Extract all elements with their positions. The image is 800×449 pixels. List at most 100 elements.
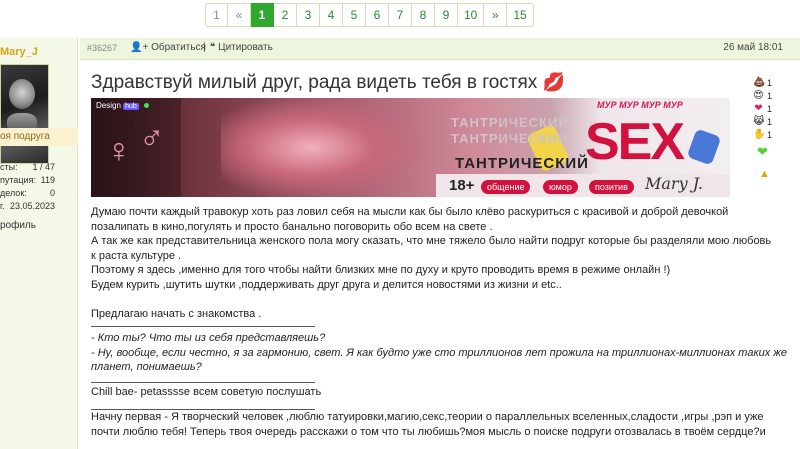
heart-emoji-icon: ❤ (754, 103, 763, 114)
page-6-button[interactable]: 6 (366, 3, 389, 27)
page-2-button[interactable]: 2 (274, 3, 297, 27)
banner-hub-label: hub (123, 103, 139, 110)
post-header: #36267 👤+ Обратиться | ❝ Цитировать 26 м… (80, 38, 800, 60)
post-text-line: А так же как представительница женского … (91, 235, 772, 247)
divider (91, 382, 315, 383)
banner-couple-image (221, 98, 421, 197)
like-heart-icon[interactable]: ❤ (757, 144, 768, 160)
stat-registered: г. 23.05.2023 (0, 201, 55, 211)
reaction-count: 1 (767, 90, 773, 101)
post-text-line: позалипать в кино,погулять и просто бана… (91, 220, 493, 233)
banner-design-tag: Design hub (96, 101, 150, 110)
stat-posts: сты: 1 / 47 (0, 162, 55, 172)
stat-label: путация: (0, 175, 36, 185)
post-text-line: планет, понимаешь? (91, 361, 202, 373)
page-last-button[interactable]: 15 (507, 3, 534, 27)
reaction-item[interactable]: 😍 1 (753, 89, 781, 102)
post-text-line: Думаю почти каждый травокур хоть раз лов… (91, 206, 729, 218)
heart-eyes-emoji-icon: 😍 (753, 90, 764, 101)
page-first-button[interactable]: 1 (205, 3, 228, 27)
reaction-item[interactable]: 💩 1 (753, 76, 781, 89)
pagination: 1 « 1 2 3 4 5 6 7 8 9 10 » 15 (205, 3, 534, 27)
author-username[interactable]: Mary_J (0, 46, 38, 58)
banner-dark-area (91, 98, 181, 197)
post-id[interactable]: #36267 (87, 43, 117, 53)
stat-deals: делок: 0 (0, 188, 55, 198)
post-text-line: Будем курить ,шутить шутки ,поддерживать… (91, 278, 562, 291)
quote-icon: ❝ (210, 42, 216, 53)
post-text-line: Начну первая - Я творческий человек ,люб… (91, 411, 764, 423)
author-sidebar: Mary_J оя подруга сты: 1 / 47 путация: 1… (0, 38, 78, 449)
banner-tag-pill: общение (481, 180, 531, 194)
post-text-line: - Ну, вообще, если честно, я за гармонию… (91, 346, 787, 359)
quote-button[interactable]: ❝ Цитировать (210, 42, 273, 53)
female-symbol-icon: ♀ (106, 132, 132, 170)
avatar[interactable] (0, 64, 49, 164)
reaction-count: 1 (767, 103, 773, 114)
reaction-item[interactable]: ❤ 1 (753, 102, 781, 115)
page-next-button[interactable]: » (484, 3, 508, 27)
reply-button[interactable]: 👤+ Обратиться (130, 42, 206, 53)
profile-link[interactable]: рофиль (0, 220, 36, 231)
avatar-face (9, 79, 35, 109)
reaction-count: 1 (767, 116, 773, 127)
divider (91, 326, 315, 327)
male-symbol-icon: ♂ (139, 118, 165, 156)
post-text-line: - Кто ты? Что ты из себя представляешь? (91, 332, 326, 344)
stat-label: г. (0, 201, 5, 211)
page-1-button[interactable]: 1 (251, 3, 274, 27)
post-body: Здравствуй милый друг, рада видеть тебя … (80, 60, 800, 449)
banner-tantric-ghost: ТАНТРИЧЕСКИЙ (451, 131, 569, 146)
stat-reputation: путация: 119 (0, 175, 55, 185)
banner-tag-pill: юмор (543, 180, 578, 194)
online-dot-icon (144, 103, 150, 108)
post-content: Думаю почти каждый травокур хоть раз лов… (91, 205, 787, 439)
reactions-list: 💩 1 😍 1 ❤ 1 😹 1 ✋ 1 (753, 76, 781, 141)
banner-tantric-text: ТАНТРИЧЕСКИЙ (455, 155, 589, 172)
reply-label: Обратиться (151, 42, 206, 53)
post-text-line: Предлагаю начать с знакомства . (91, 307, 262, 320)
banner-decor-blue (686, 128, 722, 166)
page-7-button[interactable]: 7 (389, 3, 412, 27)
post-text-line: к раста культуре . (91, 249, 182, 262)
banner-age-text: 18+ (449, 177, 475, 194)
post-text-line: Chill bae- petassssе всем советую послуш… (91, 385, 322, 398)
quote-label: Цитировать (218, 42, 273, 53)
post-title: Здравствуй милый друг, рада видеть тебя … (91, 72, 565, 94)
banner-tantric-ghost: ТАНТРИЧЕСКИЙ (451, 115, 569, 130)
page-5-button[interactable]: 5 (343, 3, 366, 27)
banner-sex-text: SEX (585, 113, 685, 171)
reaction-count: 1 (767, 129, 773, 140)
report-warning-icon[interactable]: ▲ (759, 168, 770, 180)
post-text-line: Поэтому я здесь ,именно для того чтобы н… (91, 264, 671, 276)
stat-label: делок: (0, 188, 27, 198)
banner-meow-text: МУР МУР МУР МУР (597, 100, 683, 110)
user-plus-icon: 👤+ (130, 42, 149, 53)
divider (91, 409, 315, 410)
page-prev-button[interactable]: « (228, 3, 251, 27)
page-10-button[interactable]: 10 (458, 3, 485, 27)
page-9-button[interactable]: 9 (435, 3, 458, 27)
stat-value: 23.05.2023 (9, 201, 55, 211)
reaction-item[interactable]: ✋ 1 (753, 128, 781, 141)
stat-value: 119 (40, 175, 55, 185)
author-rank: оя подруга (0, 128, 78, 146)
hand-emoji-icon: ✋ (753, 129, 766, 140)
post-date: 26 май 18:01 (723, 42, 783, 53)
stat-value: 1 / 47 (32, 162, 55, 172)
reaction-item[interactable]: 😹 1 (753, 115, 781, 128)
stat-label: сты: (0, 162, 18, 172)
banner-tag-pill: позитив (589, 180, 634, 194)
stat-value: 0 (49, 188, 55, 198)
page-4-button[interactable]: 4 (320, 3, 343, 27)
page-3-button[interactable]: 3 (297, 3, 320, 27)
banner-design-label: Design (96, 101, 121, 110)
reaction-count: 1 (767, 77, 773, 88)
kiss-icon: 💋 (542, 72, 565, 92)
post-banner-image: Design hub ♀ ♂ МУР МУР МУР МУР ТАНТРИЧЕС… (91, 98, 730, 197)
poop-emoji-icon: 💩 (753, 77, 766, 88)
page-8-button[interactable]: 8 (412, 3, 435, 27)
banner-signature: Mary J. (645, 174, 703, 193)
action-separator: | (203, 42, 206, 53)
